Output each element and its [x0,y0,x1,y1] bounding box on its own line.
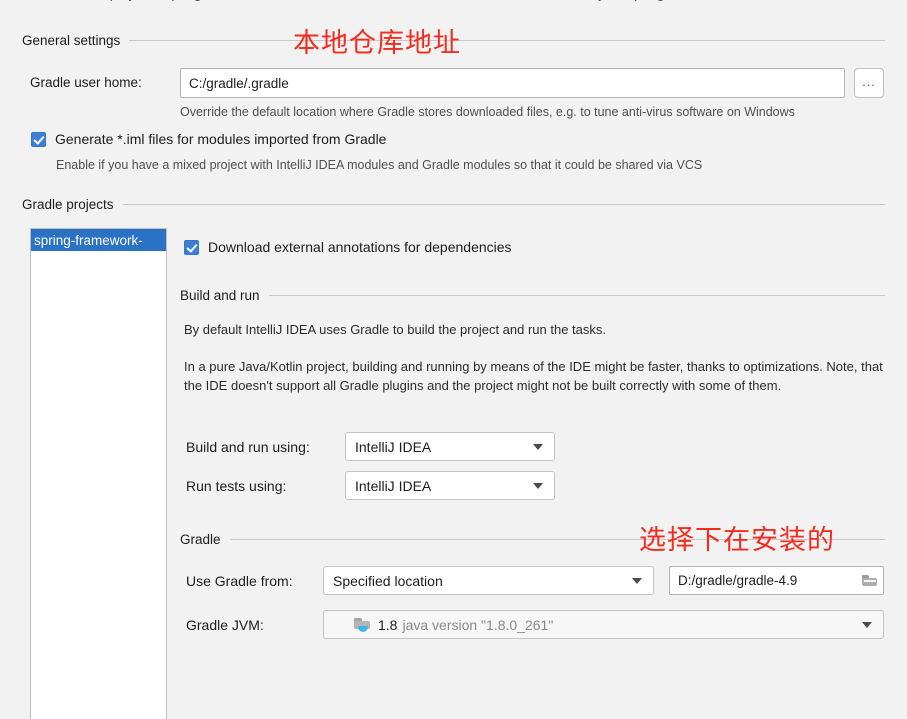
annotation-select-installed: 选择下在安装的 [639,525,835,556]
generate-iml-checkbox[interactable] [31,131,46,147]
build-and-run-using-select[interactable]: IntelliJ IDEA [345,432,555,461]
clipped-top-row: Linked Gradle projects: spring-framework… [0,0,907,6]
section-title-gradle: Gradle [180,532,221,547]
clipped-linked-projects-label: Linked Gradle projects: spring-framework… [22,0,303,1]
build-and-run-using-label: Build and run using: [186,439,310,455]
build-and-run-paragraph-2: In a pure Java/Kotlin project, building … [184,359,883,393]
gradle-user-home-value: C:/gradle/.gradle [189,75,289,91]
gradle-location-value: D:/gradle/gradle-4.9 [678,573,798,588]
section-title-gradle-projects: Gradle projects [22,197,114,212]
run-tests-using-select[interactable]: IntelliJ IDEA [345,471,555,500]
list-item[interactable]: spring-framework- [31,229,166,251]
gradle-jvm-detail: java version "1.8.0_261" [402,616,554,633]
gradle-jvm-label: Gradle JVM: [186,617,264,633]
download-annotations-checkbox-row[interactable]: Download external annotations for depend… [184,239,512,255]
gradle-projects-list[interactable]: spring-framework- [30,228,167,719]
annotation-local-repository: 本地仓库地址 [293,28,461,59]
section-title-general-settings: General settings [22,33,121,48]
use-gradle-from-select[interactable]: Specified location [323,566,654,595]
section-rule [129,40,885,41]
gradle-user-home-browse-button[interactable]: ... [854,68,884,98]
chevron-down-icon[interactable] [862,621,872,628]
section-rule [268,295,885,296]
download-annotations-label: Download external annotations for depend… [208,239,512,255]
chevron-down-icon[interactable] [632,577,642,584]
gradle-location-input[interactable]: D:/gradle/gradle-4.9 [669,566,884,595]
chevron-down-icon[interactable] [533,482,543,489]
section-title-build-and-run: Build and run [180,288,260,303]
run-tests-using-label: Run tests using: [186,478,287,494]
use-gradle-from-value: Specified location [333,572,443,589]
section-rule [122,204,885,205]
project-item-label: spring-framework- [34,232,143,248]
java-sdk-icon [354,617,371,632]
section-header-gradle-projects: Gradle projects [22,197,885,212]
download-annotations-checkbox[interactable] [184,239,199,255]
run-tests-using-value: IntelliJ IDEA [355,477,432,494]
clipped-project-label: Project: spring-framework [578,0,732,1]
generate-iml-label: Generate *.iml files for modules importe… [55,131,387,147]
gradle-jvm-text: 1.8 java version "1.8.0_261" [378,617,856,633]
gradle-jvm-version: 1.8 [378,616,398,633]
generate-iml-checkbox-row[interactable]: Generate *.iml files for modules importe… [31,131,386,147]
use-gradle-from-label: Use Gradle from: [186,573,293,589]
section-header-build-and-run: Build and run [180,288,885,303]
folder-icon[interactable] [862,574,877,587]
chevron-down-icon[interactable] [533,443,543,450]
gradle-user-home-input[interactable]: C:/gradle/.gradle [180,68,845,98]
generate-iml-hint: Enable if you have a mixed project with … [56,158,703,172]
gradle-user-home-label: Gradle user home: [30,75,142,90]
gradle-jvm-select[interactable]: 1.8 java version "1.8.0_261" [323,610,884,639]
build-and-run-paragraph-1: By default IntelliJ IDEA uses Gradle to … [184,322,607,337]
build-and-run-using-value: IntelliJ IDEA [355,438,432,455]
gradle-user-home-hint: Override the default location where Grad… [180,105,795,119]
